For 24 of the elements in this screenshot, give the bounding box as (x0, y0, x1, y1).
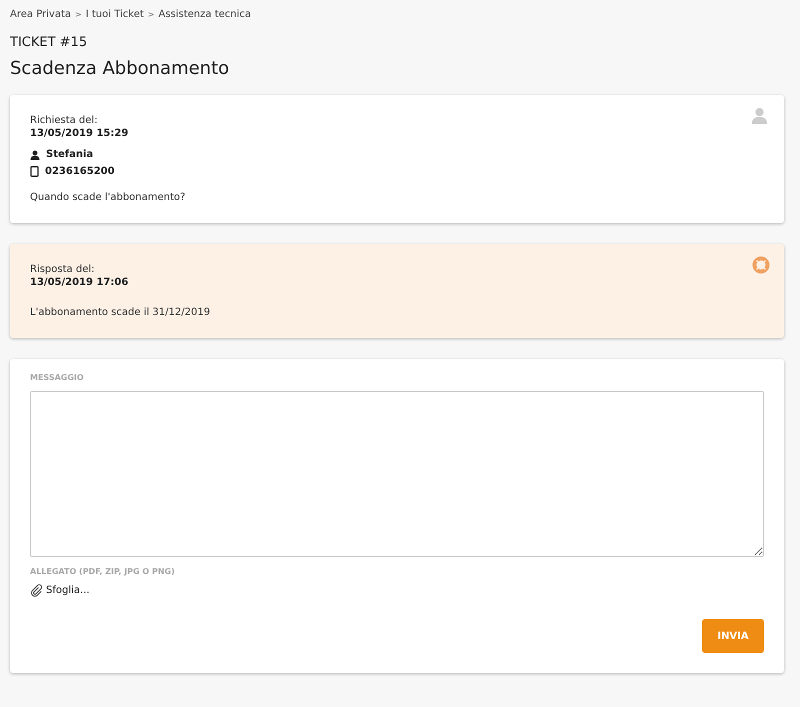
phone-number: 0236165200 (45, 166, 115, 177)
date-value: 13/05/2019 15:29 (30, 128, 130, 139)
breadcrumb-separator: > (148, 10, 154, 19)
date-label: Risposta del: (30, 264, 96, 275)
lifebuoy-icon (752, 256, 770, 274)
message-text: Quando scade l'abbonamento? (30, 192, 186, 203)
date-label: Richiesta del: (30, 115, 99, 126)
message-text: L'abbonamento scade il 31/12/2019 (30, 307, 212, 318)
browse-link[interactable]: Sfoglia... (30, 584, 90, 597)
date-value: 13/05/2019 17:06 (30, 277, 130, 288)
author-name: Stefania (46, 149, 94, 160)
message-label: MESSAGGIO (30, 373, 85, 382)
paperclip-icon (30, 584, 43, 597)
attachment-label: ALLEGATO (PDF, ZIP, JPG O PNG) (30, 567, 176, 576)
page-title: Scadenza Abbonamento (10, 58, 230, 79)
person-icon (30, 150, 40, 160)
avatar-icon (751, 107, 768, 124)
breadcrumb-separator: > (75, 10, 82, 19)
ticket-number: TICKET #15 (10, 35, 88, 50)
breadcrumb-link[interactable]: I tuoi Ticket (86, 9, 144, 20)
breadcrumb-link[interactable]: Area Privata (10, 9, 72, 20)
breadcrumb-link[interactable]: Assistenza tecnica (158, 9, 252, 20)
message-field[interactable] (30, 391, 764, 557)
phone-icon (30, 166, 39, 177)
